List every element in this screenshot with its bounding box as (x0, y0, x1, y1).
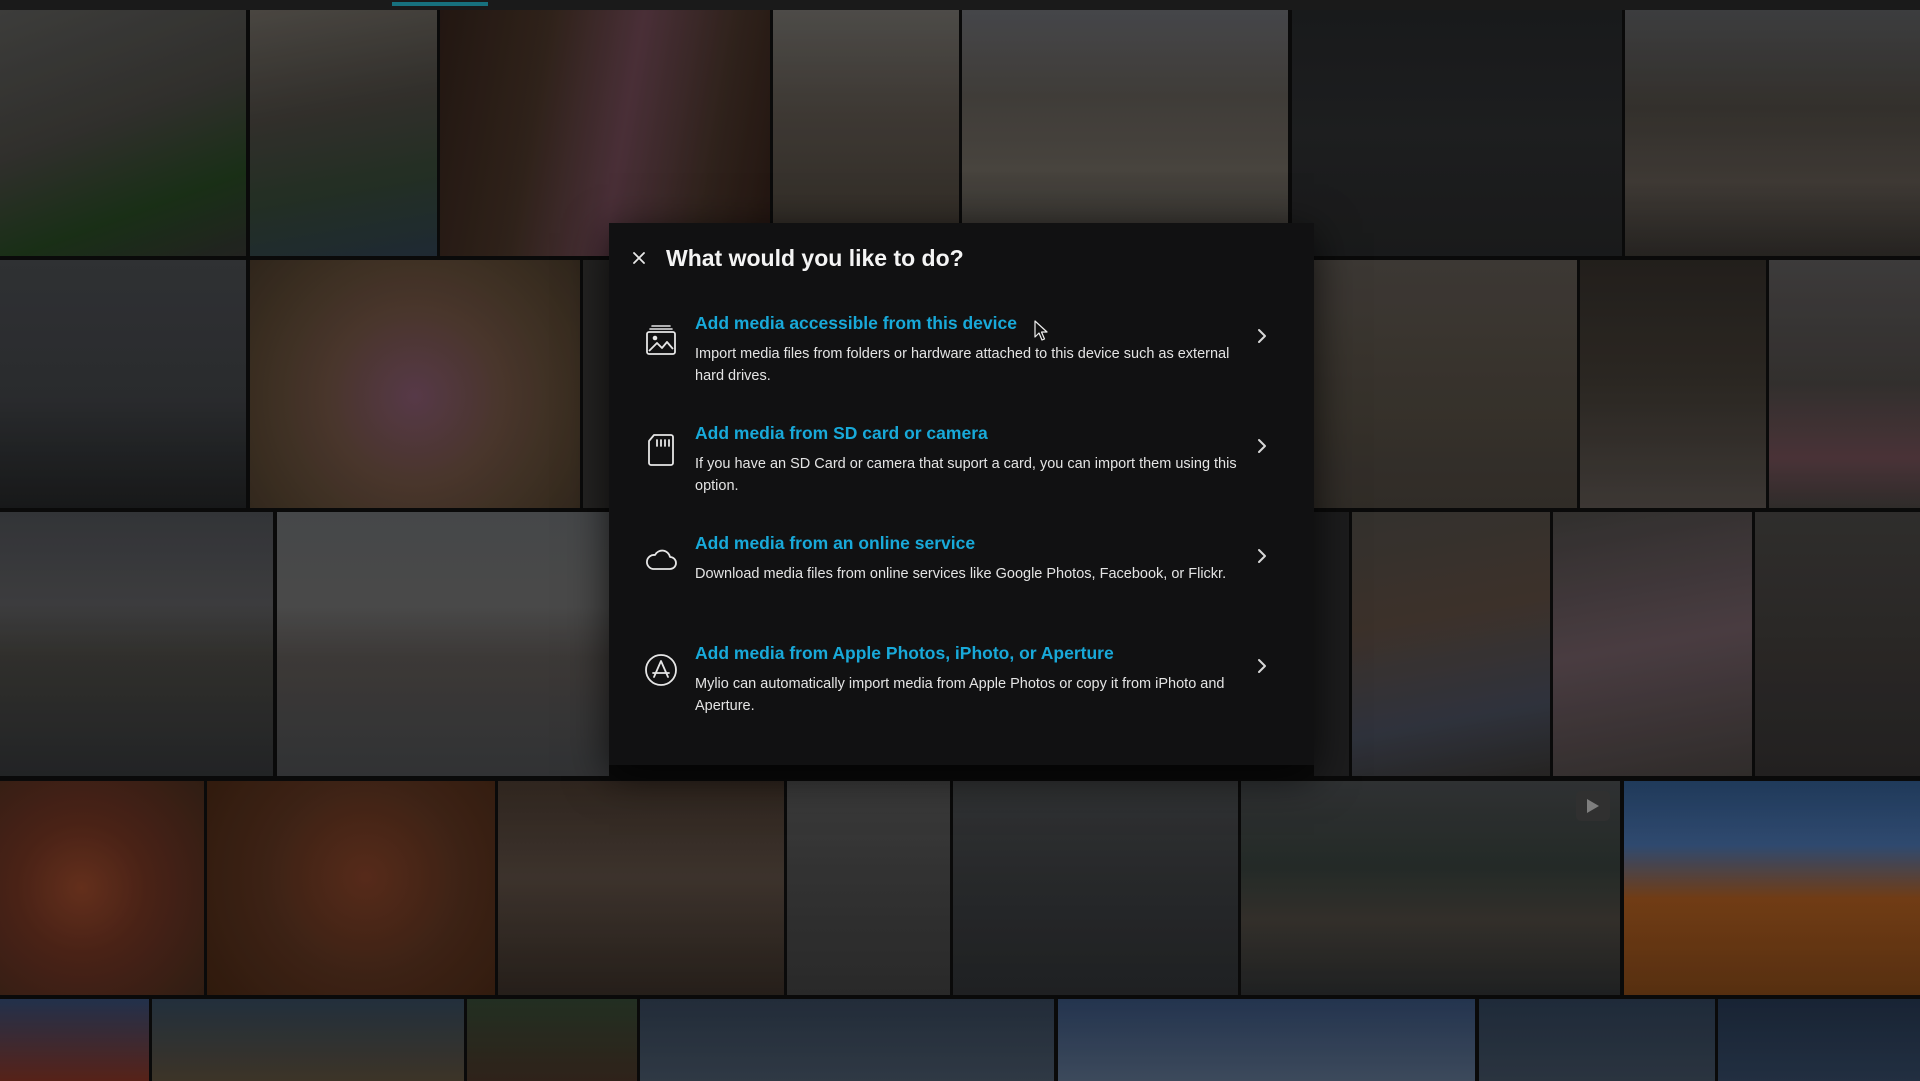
add-from-sd-card-option[interactable]: Add media from SD card or camera If you … (609, 420, 1314, 520)
photo-thumbnail[interactable] (1314, 260, 1577, 508)
photo-thumbnail[interactable] (1479, 999, 1715, 1081)
photo-thumbnail[interactable] (0, 999, 149, 1081)
app-store-icon (644, 653, 678, 687)
photo-thumbnail[interactable] (440, 10, 770, 256)
photo-thumbnail[interactable] (583, 260, 609, 508)
photo-thumbnail[interactable] (0, 260, 246, 508)
add-from-device-option[interactable]: Add media accessible from this device Im… (609, 310, 1314, 410)
photo-thumbnail[interactable] (1718, 999, 1920, 1081)
option-description: Mylio can automatically import media fro… (695, 676, 1225, 714)
photo-thumbnail[interactable] (1769, 260, 1920, 508)
add-from-apple-photos-option[interactable]: Add media from Apple Photos, iPhoto, or … (609, 640, 1314, 740)
device-photos-icon (644, 323, 678, 357)
photo-thumbnail[interactable] (467, 999, 637, 1081)
option-title: Add media from an online service (695, 533, 976, 553)
chevron-right-icon (1254, 656, 1270, 676)
photo-thumbnail[interactable] (0, 10, 246, 256)
chevron-right-icon (1254, 326, 1270, 346)
photo-thumbnail[interactable] (1624, 781, 1920, 995)
photo-thumbnail[interactable] (773, 10, 959, 256)
photo-thumbnail[interactable] (1755, 512, 1920, 776)
photo-thumbnail[interactable] (1553, 512, 1752, 776)
photo-thumbnail[interactable] (250, 260, 580, 508)
option-title: Add media from Apple Photos, iPhoto, or … (695, 643, 1114, 663)
video-play-icon (1576, 791, 1610, 821)
photo-thumbnail[interactable] (787, 781, 950, 995)
photo-thumbnail[interactable] (1580, 260, 1766, 508)
chevron-right-icon (1254, 436, 1270, 456)
sd-card-icon (644, 433, 678, 467)
sync-progress-indicator (392, 2, 488, 6)
cloud-icon (644, 543, 678, 577)
dialog-title: What would you like to do? (666, 245, 964, 271)
close-button[interactable] (627, 246, 651, 270)
mouse-cursor-icon (1034, 320, 1048, 342)
photo-thumbnail[interactable] (207, 781, 495, 995)
option-description: Import media files from folders or hardw… (695, 346, 1230, 384)
top-bar (0, 0, 1920, 10)
photo-thumbnail[interactable] (1241, 781, 1620, 995)
photo-thumbnail[interactable] (1058, 999, 1475, 1081)
photo-thumbnail[interactable] (0, 781, 204, 995)
photo-thumbnail[interactable] (1352, 512, 1550, 776)
photo-thumbnail[interactable] (1625, 10, 1920, 256)
option-title: Add media from SD card or camera (695, 423, 988, 443)
photo-thumbnail[interactable] (277, 512, 609, 776)
photo-thumbnail[interactable] (498, 781, 784, 995)
photo-thumbnail[interactable] (1292, 10, 1622, 256)
option-description: If you have an SD Card or camera that su… (695, 456, 1237, 494)
photo-thumbnail[interactable] (640, 999, 1054, 1081)
chevron-right-icon (1254, 546, 1270, 566)
add-from-online-service-option[interactable]: Add media from an online service Downloa… (609, 530, 1314, 630)
photo-thumbnail[interactable] (1314, 512, 1349, 776)
option-title: Add media accessible from this device (695, 313, 1017, 333)
photo-thumbnail[interactable] (0, 512, 273, 776)
photo-thumbnail[interactable] (152, 999, 464, 1081)
photo-thumbnail[interactable] (953, 781, 1238, 995)
photo-thumbnail[interactable] (962, 10, 1288, 256)
close-icon (633, 252, 645, 264)
photo-thumbnail[interactable] (250, 10, 437, 256)
option-description: Download media files from online service… (695, 566, 1227, 582)
import-dialog: What would you like to do? Add media acc… (609, 223, 1314, 765)
